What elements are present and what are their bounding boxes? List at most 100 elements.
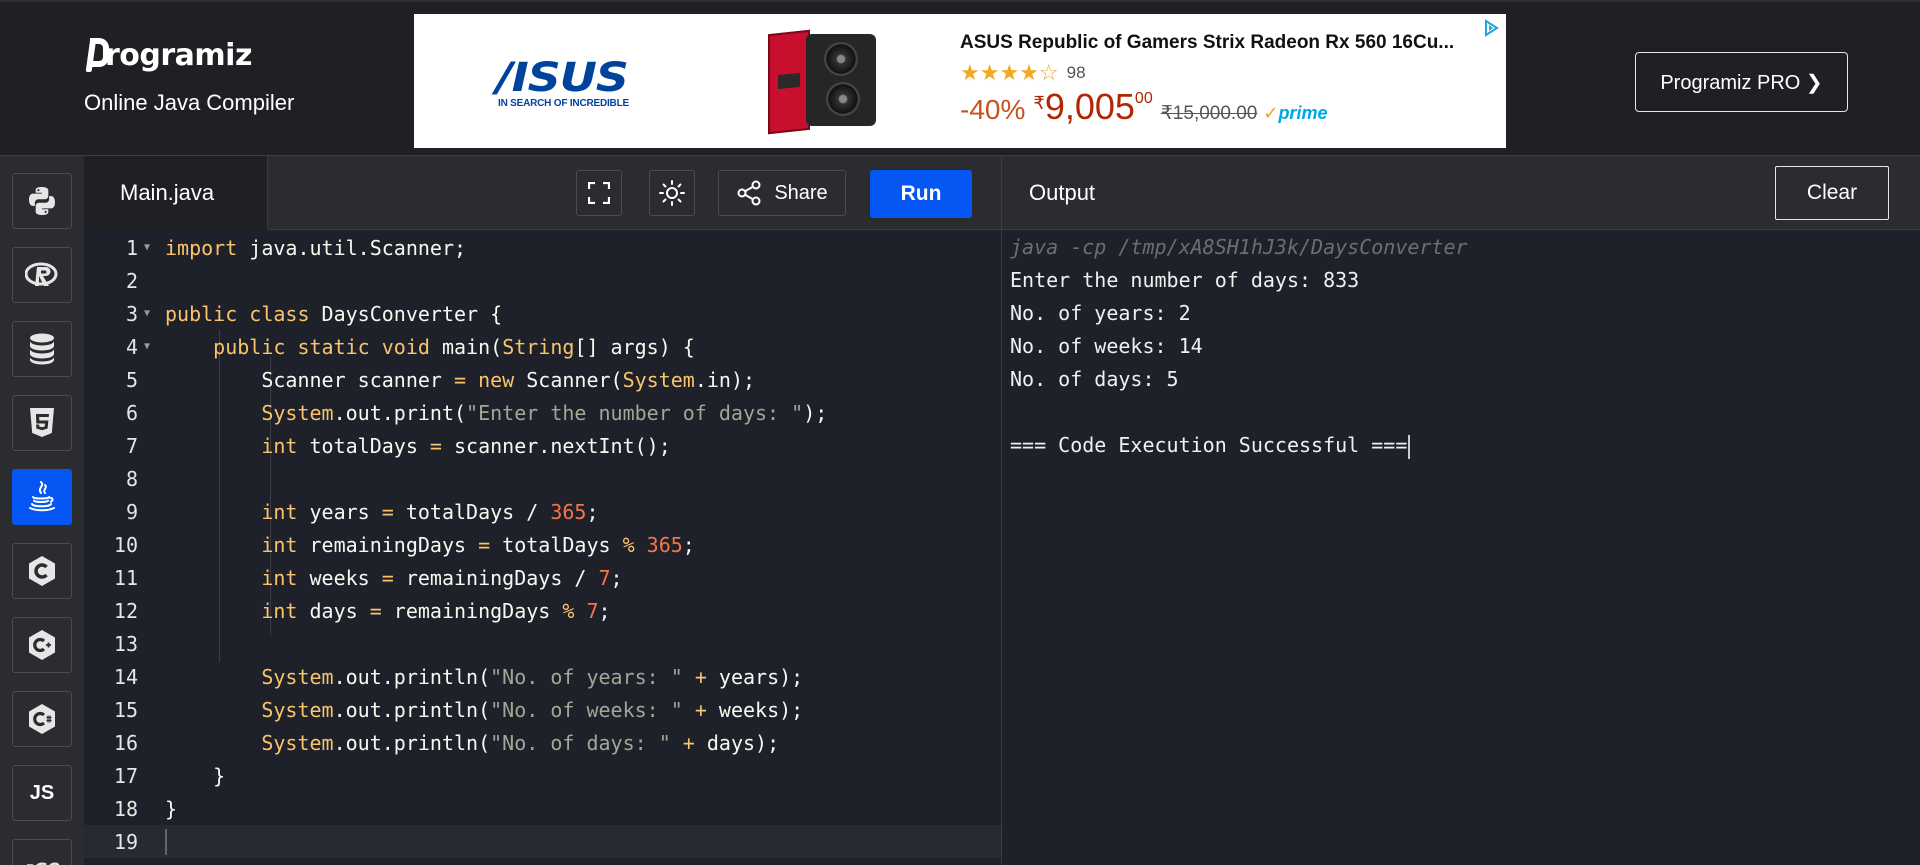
run-button[interactable]: Run <box>870 170 972 218</box>
text-cursor <box>165 828 167 855</box>
language-html[interactable] <box>12 395 72 451</box>
language-c[interactable] <box>12 543 72 599</box>
database-icon <box>30 333 54 365</box>
share-icon <box>737 180 761 206</box>
output-line: No. of years: 2 <box>1010 301 1191 325</box>
code-line[interactable]: 16 System.out.println("No. of days: " + … <box>84 726 1001 759</box>
python-icon <box>29 187 56 215</box>
line-number: 19 <box>113 829 138 854</box>
ad-brand-tagline: IN SEARCH OF INCREDIBLE <box>498 98 629 109</box>
ad-price-row: -40% ₹ 9,005 00 ₹15,000.00 ✓prime <box>960 86 1327 128</box>
code-text: public static void main(String[] args) { <box>213 334 695 359</box>
language-java[interactable] <box>12 469 72 525</box>
code-line[interactable]: 1 ▼ import java.util.Scanner; <box>84 231 1001 264</box>
svg-text:GO: GO <box>34 859 59 865</box>
code-text: int remainingDays = totalDays % 365; <box>261 532 695 557</box>
share-label: Share <box>774 181 828 204</box>
output-title: Output <box>1029 180 1096 205</box>
code-text: int totalDays = scanner.nextInt(); <box>261 433 671 458</box>
programiz-pro-button[interactable]: Programiz PRO ❯ <box>1635 52 1848 112</box>
language-r[interactable] <box>12 247 72 303</box>
code-editor-panel: Main.java Share Run 1 ▼ import java.util… <box>84 155 1001 865</box>
adchoices-icon[interactable] <box>1482 19 1500 37</box>
output-command-line: java -cp /tmp/xA8SH1hJ3k/DaysConverter <box>1010 235 1468 259</box>
code-line[interactable]: 5 Scanner scanner = new Scanner(System.i… <box>84 363 1001 396</box>
code-text: System.out.println("No. of years: " + ye… <box>261 664 804 689</box>
language-csharp[interactable] <box>12 691 72 747</box>
html5-icon <box>30 408 54 437</box>
clear-button[interactable]: Clear <box>1775 166 1889 220</box>
code-line[interactable]: 9 int years = totalDays / 365; <box>84 495 1001 528</box>
ad-price: 9,005 <box>1044 86 1135 127</box>
language-javascript[interactable]: JS <box>12 765 72 821</box>
line-number: 18 <box>113 796 138 821</box>
output-console[interactable]: java -cp /tmp/xA8SH1hJ3k/DaysConverter En… <box>1010 231 1910 462</box>
fold-arrow-icon[interactable]: ▼ <box>144 242 150 253</box>
ad-rating-count: 98 <box>1066 63 1086 82</box>
line-number: 14 <box>113 664 138 689</box>
code-text: import java.util.Scanner; <box>165 235 467 260</box>
star-rating-icon: ★★★★☆ <box>960 60 1059 85</box>
code-line[interactable]: 6 System.out.print("Enter the number of … <box>84 396 1001 429</box>
prime-label: prime <box>1278 103 1328 123</box>
programiz-logo[interactable]: rogramiz <box>84 36 294 74</box>
ad-old-price: ₹15,000.00 <box>1160 103 1258 124</box>
top-header: rogramiz Online Java Compiler /ISUS IN S… <box>0 0 1920 155</box>
code-line[interactable]: 15 System.out.println("No. of weeks: " +… <box>84 693 1001 726</box>
code-line[interactable]: 2 <box>84 264 1001 297</box>
output-line: No. of weeks: 14 <box>1010 334 1203 358</box>
share-button[interactable]: Share <box>718 170 846 216</box>
code-area[interactable]: 1 ▼ import java.util.Scanner; 2 3 ▼ public cla… <box>84 231 1001 865</box>
code-line[interactable]: 18} <box>84 792 1001 825</box>
code-text: } <box>165 763 226 788</box>
code-line[interactable]: 11 int weeks = remainingDays / 7; <box>84 561 1001 594</box>
fold-arrow-icon[interactable]: ▼ <box>144 308 150 319</box>
code-line[interactable]: 19 <box>84 825 1001 858</box>
output-line: === Code Execution Successful === <box>1010 429 1910 462</box>
code-text: System.out.println("No. of weeks: " + we… <box>261 697 804 722</box>
fold-arrow-icon[interactable]: ▼ <box>144 341 150 352</box>
code-text: public class DaysConverter { <box>165 301 503 326</box>
code-line[interactable]: 7 int totalDays = scanner.nextInt(); <box>84 429 1001 462</box>
advertisement-banner[interactable]: /ISUS IN SEARCH OF INCREDIBLE ASUS Repub… <box>414 14 1506 148</box>
language-cpp[interactable] <box>12 617 72 673</box>
fullscreen-icon <box>588 182 610 204</box>
code-line[interactable]: 13 <box>84 627 1001 660</box>
language-sidebar: JS GO <box>0 155 84 865</box>
line-number: 15 <box>113 697 138 722</box>
code-line[interactable]: 17 } <box>84 759 1001 792</box>
language-python[interactable] <box>12 173 72 229</box>
line-number: 7 <box>125 433 138 458</box>
ad-product-image <box>768 26 878 138</box>
output-cursor <box>1408 434 1411 459</box>
code-line[interactable]: 10 int remainingDays = totalDays % 365; <box>84 528 1001 561</box>
line-number: 4 <box>125 334 138 359</box>
ad-product-title[interactable]: ASUS Republic of Gamers Strix Radeon Rx … <box>960 32 1495 54</box>
code-line[interactable]: 12 int days = remainingDays % 7; <box>84 594 1001 627</box>
code-line[interactable]: 8 <box>84 462 1001 495</box>
code-line[interactable]: 4 ▼ public static void main(String[] args… <box>84 330 1001 363</box>
sun-icon <box>659 180 685 206</box>
prime-badge: ✓prime <box>1263 103 1327 124</box>
go-icon: GO <box>27 859 59 865</box>
output-toolbar: Output Clear <box>1002 156 1920 230</box>
code-line[interactable]: 3 ▼ public class DaysConverter { <box>84 297 1001 330</box>
code-text: int days = remainingDays % 7; <box>261 598 611 623</box>
java-icon <box>29 481 55 512</box>
language-sql[interactable] <box>12 321 72 377</box>
line-number: 11 <box>113 565 138 590</box>
language-go[interactable]: GO <box>12 839 72 865</box>
code-line[interactable]: 14 System.out.println("No. of years: " +… <box>84 660 1001 693</box>
code-text: int weeks = remainingDays / 7; <box>261 565 623 590</box>
fullscreen-button[interactable] <box>576 170 622 216</box>
programiz-logo-icon <box>84 36 109 74</box>
file-tab-main-java[interactable]: Main.java <box>84 156 268 230</box>
line-number: 17 <box>113 763 138 788</box>
js-icon: JS <box>29 781 55 804</box>
line-number: 10 <box>113 532 138 557</box>
line-number: 2 <box>125 268 138 293</box>
theme-toggle-button[interactable] <box>649 170 695 216</box>
code-text: } <box>165 796 178 821</box>
brand-name: rogramiz <box>105 37 252 73</box>
line-number: 16 <box>113 730 138 755</box>
